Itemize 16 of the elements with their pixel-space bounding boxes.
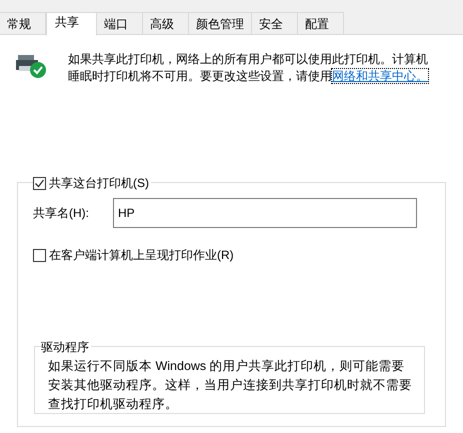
tab[interactable]: 高级 <box>143 12 189 34</box>
tab[interactable]: 端口 <box>97 12 143 34</box>
sharing-info-text: 如果共享此打印机，网络上的所有用户都可以使用此打印机。计算机睡眠时打印机将不可用。要更改这些设置，请使用网络和共享中心。 <box>68 51 429 85</box>
tab[interactable]: 配置 <box>298 12 344 34</box>
drivers-info-text: 如果运行不同版本 Windows 的用户共享此打印机，则可能需要安装其他驱动程序。这样，当用户连接到共享打印机时就不需要查找打印机驱动程序。 <box>48 358 412 413</box>
share-name-label: 共享名(H): <box>33 205 90 222</box>
tab[interactable]: 常规 <box>0 12 46 34</box>
share-name-field[interactable]: HP <box>113 198 417 228</box>
drivers-group-title: 驱动程序 <box>41 338 91 356</box>
tab[interactable]: 共享 <box>46 12 97 36</box>
render-jobs-checkbox[interactable]: 在客户端计算机上呈现打印作业(R) <box>33 246 234 264</box>
check-icon <box>34 178 45 188</box>
tab[interactable]: 安全 <box>252 12 298 34</box>
share-printer-checkbox[interactable]: 共享这台打印机(S) <box>33 174 151 192</box>
network-sharing-center-link[interactable]: 网络和共享中心。 <box>332 69 428 83</box>
tab[interactable]: 颜色管理 <box>189 12 252 34</box>
